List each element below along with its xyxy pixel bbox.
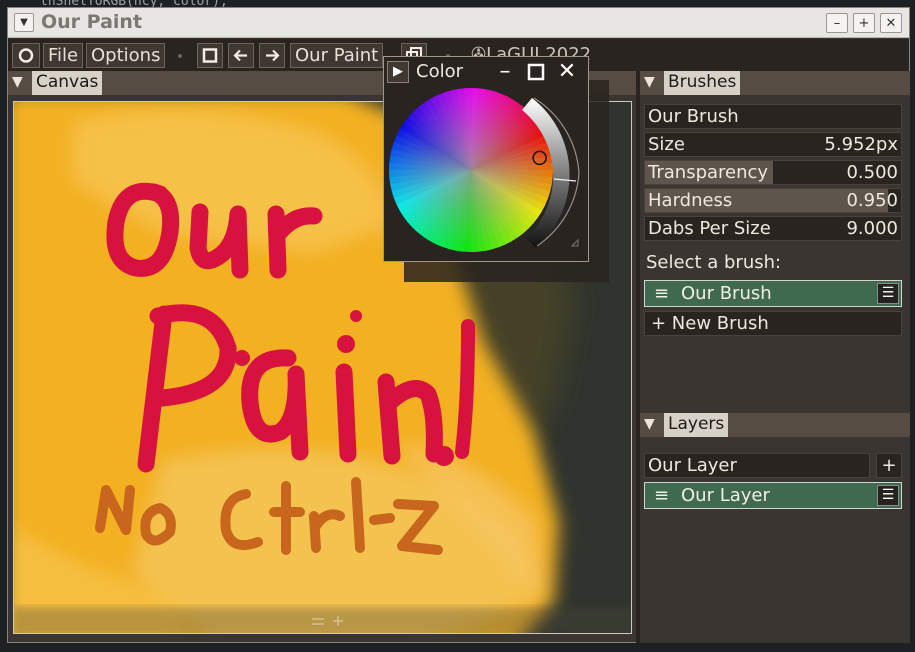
color-window: ▶ Color – ✕	[383, 56, 589, 262]
brushes-tab[interactable]: Brushes	[664, 71, 741, 95]
color-minimize-button[interactable]: –	[494, 61, 516, 83]
drag-handle-icon: ≡	[654, 283, 670, 304]
brush-name-field[interactable]: Our Brush	[644, 104, 902, 129]
brush-list-item-label: Our Brush	[681, 283, 772, 304]
brushes-panel-header[interactable]: ▼ Brushes	[640, 71, 910, 95]
move-button[interactable]: +	[853, 13, 875, 33]
circle-icon	[18, 48, 34, 63]
title-bar: ▼ Our Paint – + ✕	[8, 8, 909, 38]
options-menu[interactable]: Options	[86, 43, 166, 68]
select-brush-label: Select a brush:	[646, 252, 782, 273]
color-maximize-button[interactable]	[525, 61, 547, 83]
move-icon: +	[858, 16, 870, 31]
brush-list-item[interactable]: ≡ Our Brush ☰	[644, 280, 902, 307]
arrow-left-icon	[233, 49, 247, 62]
slider-value: 0.950	[846, 190, 898, 211]
right-panel: ▼ Brushes Our Brush Size 5.952px Transpa…	[640, 71, 910, 643]
brush-dabs-slider[interactable]: Dabs Per Size 9.000	[644, 216, 902, 241]
file-menu[interactable]: File	[43, 43, 84, 68]
forward-button[interactable]	[259, 43, 285, 68]
slider-label: Dabs Per Size	[648, 218, 771, 239]
brush-hardness-slider[interactable]: Hardness 0.950	[644, 188, 902, 213]
brush-transparency-slider[interactable]: Transparency 0.500	[644, 160, 902, 185]
close-button[interactable]: ✕	[880, 13, 902, 33]
color-close-button[interactable]: ✕	[556, 61, 578, 83]
layers-panel-header[interactable]: ▼ Layers	[640, 413, 910, 437]
drag-handle-icon: ≡	[654, 485, 670, 506]
layer-name-value: Our Layer	[648, 455, 737, 476]
minimize-icon: –	[499, 59, 511, 84]
color-window-title: Color	[416, 61, 463, 82]
collapse-triangle-icon: ▼	[644, 416, 655, 432]
layer-list-item[interactable]: ≡ Our Layer ☰	[644, 482, 902, 509]
slider-label: Size	[648, 134, 685, 155]
close-icon: ✕	[885, 16, 897, 31]
collapse-triangle-icon: ▼	[12, 74, 23, 90]
resize-grip-icon[interactable]	[570, 238, 579, 247]
item-menu-icon[interactable]: ☰	[877, 283, 899, 304]
chevron-down-icon: ▼	[20, 17, 28, 28]
layer-name-field[interactable]: Our Layer	[644, 453, 870, 478]
minimize-button[interactable]: –	[826, 13, 848, 33]
stop-button[interactable]	[197, 43, 223, 68]
canvas-tab[interactable]: Canvas	[32, 71, 103, 95]
layer-list-item-label: Our Layer	[681, 485, 770, 506]
back-button[interactable]	[228, 43, 254, 68]
brush-name-value: Our Brush	[648, 106, 739, 127]
color-wheel[interactable]	[384, 88, 590, 263]
maximize-icon	[527, 63, 545, 81]
add-layer-button[interactable]: +	[876, 453, 902, 478]
slider-label: Hardness	[648, 190, 733, 211]
slider-value: 0.500	[846, 162, 898, 183]
app-menu-button[interactable]	[12, 43, 40, 68]
color-window-header[interactable]: ▶ Color – ✕	[384, 57, 588, 88]
document-name[interactable]: Our Paint	[290, 43, 384, 68]
minimize-icon: –	[833, 16, 841, 31]
separator-dot	[178, 54, 182, 58]
new-brush-button[interactable]: + New Brush	[644, 311, 902, 336]
plus-icon: +	[881, 455, 897, 476]
brush-size-slider[interactable]: Size 5.952px	[644, 132, 902, 157]
new-brush-label: + New Brush	[651, 313, 769, 334]
window-title: Our Paint	[41, 11, 143, 33]
arrow-right-icon	[266, 49, 280, 62]
color-collapse-button[interactable]: ▶	[387, 61, 409, 83]
slider-label: Transparency	[648, 162, 769, 183]
close-icon: ✕	[557, 59, 577, 84]
window-menu-button[interactable]: ▼	[14, 13, 34, 32]
square-icon	[202, 48, 218, 63]
slider-value: 9.000	[846, 218, 898, 239]
collapse-triangle-icon: ▼	[644, 74, 655, 90]
panel-splitter[interactable]	[636, 71, 640, 643]
layers-tab[interactable]: Layers	[664, 413, 729, 437]
play-triangle-icon: ▶	[393, 64, 403, 79]
slider-value: 5.952px	[824, 134, 898, 155]
item-menu-icon[interactable]: ☰	[877, 485, 899, 506]
